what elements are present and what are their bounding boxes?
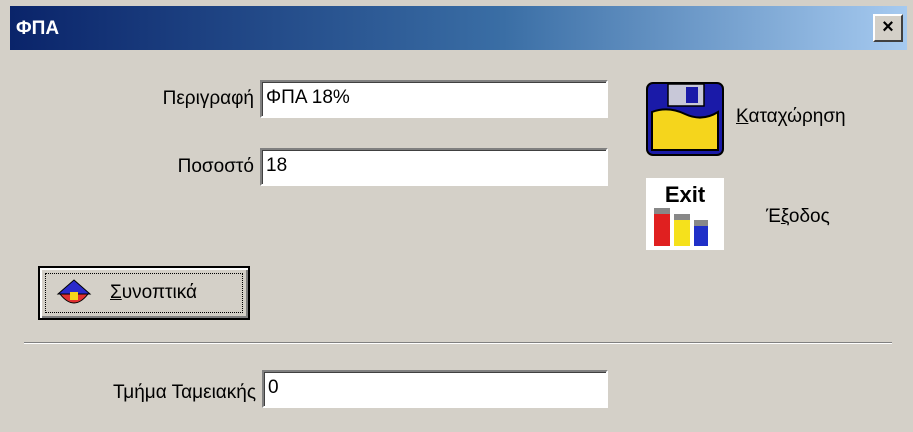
summary-button[interactable]: Συνοπτικά — [38, 266, 250, 320]
exit-icon: Exit — [646, 178, 724, 250]
register-field[interactable]: 0 — [262, 370, 608, 408]
arrow-up-icon — [56, 279, 92, 304]
exit-button-label: Έξοδος — [766, 206, 830, 227]
description-field[interactable]: ΦΠΑ 18% — [260, 80, 608, 118]
save-button[interactable]: Καταχώρηση — [646, 82, 896, 156]
percent-label: Ποσοστό — [177, 156, 254, 177]
close-icon: × — [882, 16, 894, 38]
description-label: Περιγραφή — [162, 88, 254, 109]
close-button[interactable]: × — [873, 14, 903, 42]
summary-button-label: Συνοπτικά — [110, 282, 198, 303]
separator-line — [24, 342, 892, 344]
window-title: ΦΠΑ — [16, 18, 60, 39]
dialog-body: Περιγραφή ΦΠΑ 18% Ποσοστό 18 Καταχώρηση … — [10, 50, 907, 424]
dialog-window: ΦΠΑ × Περιγραφή ΦΠΑ 18% Ποσοστό 18 Καταχ… — [0, 0, 913, 432]
title-bar[interactable]: ΦΠΑ × — [10, 6, 907, 50]
save-button-label: Καταχώρηση — [736, 106, 846, 127]
register-label: Τμήμα Ταμειακής — [113, 382, 256, 403]
svg-text:Exit: Exit — [665, 182, 706, 207]
exit-button[interactable]: Exit Έξοδος — [646, 178, 876, 252]
percent-field[interactable]: 18 — [260, 148, 608, 186]
floppy-disk-icon — [646, 82, 724, 156]
